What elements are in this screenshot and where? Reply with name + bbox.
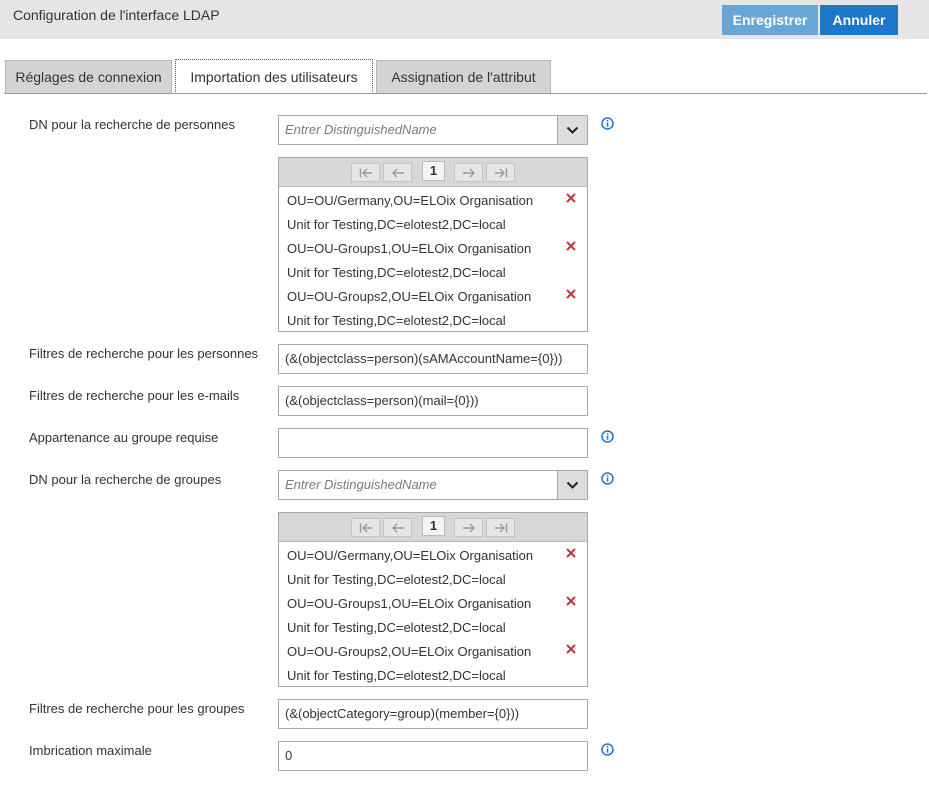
arrow-right-icon xyxy=(463,523,475,533)
person-dn-label: DN pour la recherche de personnes xyxy=(29,117,235,132)
list-item: OU=OU-Groups2,OU=ELOix Organisation Unit… xyxy=(279,638,587,686)
max-nesting-label: Imbrication maximale xyxy=(29,743,152,758)
next-page-button[interactable] xyxy=(454,518,483,537)
first-page-button[interactable] xyxy=(351,518,380,537)
list-item-text: OU=OU/Germany,OU=ELOix Organisation Unit… xyxy=(287,193,534,232)
close-icon[interactable] xyxy=(565,643,577,655)
list-item: OU=OU-Groups1,OU=ELOix Organisation Unit… xyxy=(279,590,587,638)
close-icon[interactable] xyxy=(565,547,577,559)
last-page-button[interactable] xyxy=(486,163,515,182)
close-icon[interactable] xyxy=(565,288,577,300)
info-icon[interactable] xyxy=(601,743,614,756)
close-icon[interactable] xyxy=(565,595,577,607)
close-icon[interactable] xyxy=(565,192,577,204)
max-nesting-input[interactable]: 0 xyxy=(278,741,588,771)
group-dn-list: 1 OU=OU/Germany,OU=ELOix Organisation Un… xyxy=(278,512,588,687)
last-page-button[interactable] xyxy=(486,518,515,537)
page-number: 1 xyxy=(422,161,445,181)
tab-connection-settings[interactable]: Réglages de connexion xyxy=(5,60,172,93)
group-membership-input[interactable] xyxy=(278,428,588,458)
list-item: OU=OU/Germany,OU=ELOix Organisation Unit… xyxy=(279,542,587,590)
arrow-left-icon xyxy=(392,523,404,533)
person-dn-placeholder: Entrer DistinguishedName xyxy=(285,122,437,137)
tab-attribute-assignment[interactable]: Assignation de l'attribut xyxy=(376,60,551,93)
list-item-text: OU=OU-Groups1,OU=ELOix Organisation Unit… xyxy=(287,596,532,635)
next-page-button[interactable] xyxy=(454,163,483,182)
chevron-down-icon xyxy=(566,481,579,489)
info-icon[interactable] xyxy=(601,472,614,485)
list-item-text: OU=OU-Groups2,OU=ELOix Organisation Unit… xyxy=(287,289,532,328)
arrow-right-icon xyxy=(463,168,475,178)
dialog-title: Configuration de l'interface LDAP xyxy=(13,7,220,23)
list-item-text: OU=OU/Germany,OU=ELOix Organisation Unit… xyxy=(287,548,534,587)
group-dn-dropdown-button[interactable] xyxy=(557,471,587,499)
person-dn-dropdown-button[interactable] xyxy=(557,116,587,144)
person-filter-label: Filtres de recherche pour les personnes xyxy=(29,346,259,361)
dialog-header: Configuration de l'interface LDAP Enregi… xyxy=(0,0,929,39)
group-dn-pager: 1 xyxy=(279,513,587,542)
tab-divider xyxy=(4,93,927,94)
save-button[interactable]: Enregistrer xyxy=(722,5,818,35)
person-dn-combobox[interactable]: Entrer DistinguishedName xyxy=(278,115,588,145)
last-page-icon xyxy=(495,523,508,533)
last-page-icon xyxy=(495,168,508,178)
cancel-button[interactable]: Annuler xyxy=(820,5,898,35)
list-item-text: OU=OU-Groups2,OU=ELOix Organisation Unit… xyxy=(287,644,532,683)
close-icon[interactable] xyxy=(565,240,577,252)
first-page-icon xyxy=(359,168,372,178)
prev-page-button[interactable] xyxy=(383,163,412,182)
info-icon[interactable] xyxy=(601,430,614,443)
page-number: 1 xyxy=(422,516,445,536)
person-filter-input[interactable]: (&(objectclass=person)(sAMAccountName={0… xyxy=(278,344,588,374)
group-membership-label: Appartenance au groupe requise xyxy=(29,430,219,445)
prev-page-button[interactable] xyxy=(383,518,412,537)
group-filter-input[interactable]: (&(objectCategory=group)(member={0})) xyxy=(278,699,588,729)
first-page-button[interactable] xyxy=(351,163,380,182)
first-page-icon xyxy=(359,523,372,533)
group-filter-label: Filtres de recherche pour les groupes xyxy=(29,701,245,716)
list-item: OU=OU-Groups2,OU=ELOix Organisation Unit… xyxy=(279,283,587,331)
list-item-text: OU=OU-Groups1,OU=ELOix Organisation Unit… xyxy=(287,241,532,280)
group-dn-label: DN pour la recherche de groupes xyxy=(29,472,222,487)
tab-bar: Réglages de connexion Importation des ut… xyxy=(0,59,929,94)
info-icon[interactable] xyxy=(601,117,614,130)
chevron-down-icon xyxy=(566,126,579,134)
person-dn-pager: 1 xyxy=(279,158,587,187)
email-filter-label: Filtres de recherche pour les e-mails xyxy=(29,388,240,403)
email-filter-input[interactable]: (&(objectclass=person)(mail={0})) xyxy=(278,386,588,416)
person-dn-list: 1 OU=OU/Germany,OU=ELOix Organisation Un… xyxy=(278,157,588,332)
list-item: OU=OU/Germany,OU=ELOix Organisation Unit… xyxy=(279,187,587,235)
group-dn-placeholder: Entrer DistinguishedName xyxy=(285,477,437,492)
arrow-left-icon xyxy=(392,168,404,178)
list-item: OU=OU-Groups1,OU=ELOix Organisation Unit… xyxy=(279,235,587,283)
tab-user-import[interactable]: Importation des utilisateurs xyxy=(175,59,373,94)
group-dn-combobox[interactable]: Entrer DistinguishedName xyxy=(278,470,588,500)
